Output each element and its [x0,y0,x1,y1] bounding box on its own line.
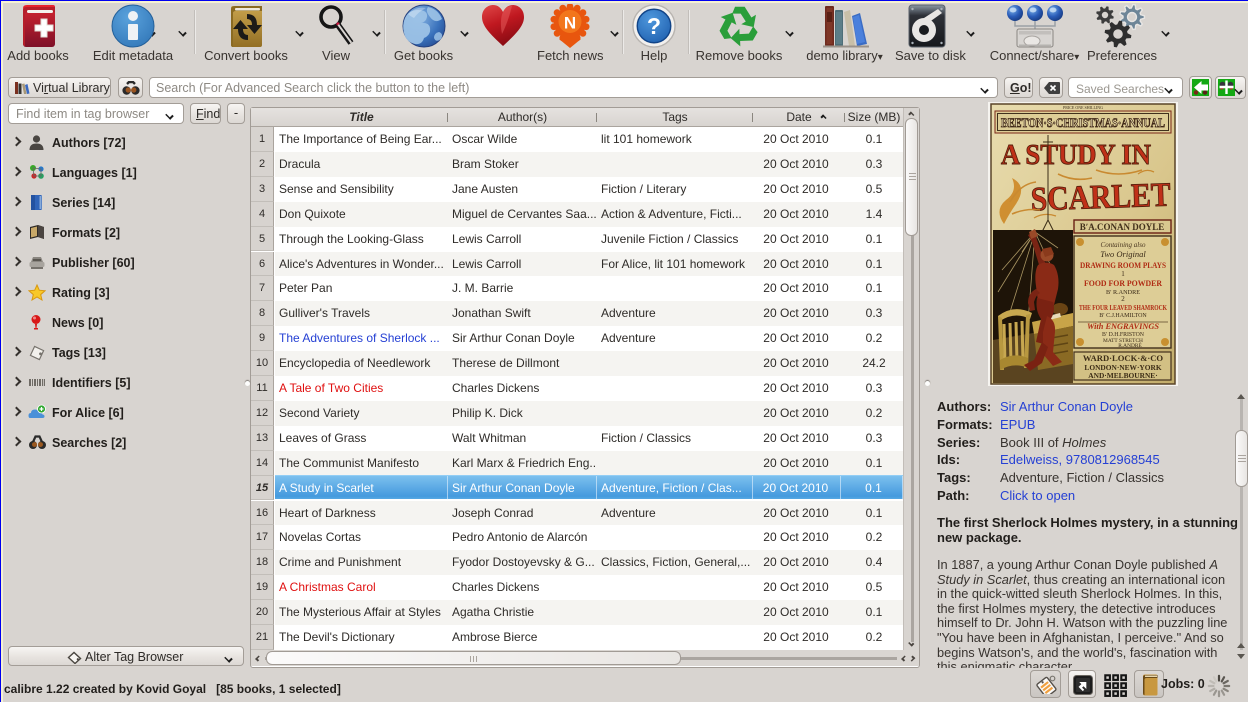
svg-text:A STUDY IN: A STUDY IN [1001,139,1151,171]
svg-text:With ENGRAVINGS: With ENGRAVINGS [1087,322,1160,331]
svg-text:Containing also: Containing also [1101,241,1146,249]
svg-text:SCARLET: SCARLET [1030,177,1171,219]
svg-text:1: 1 [1121,270,1125,278]
svg-text:R.ANDRÉ: R.ANDRÉ [1118,341,1142,349]
svg-text:BʹA.CONAN DOYLE: BʹA.CONAN DOYLE [1080,222,1165,232]
svg-text:?: ? [647,13,661,39]
svg-text:AND·MELBOURNE·: AND·MELBOURNE· [1088,371,1157,380]
svg-text:Two Original: Two Original [1100,249,1146,259]
svg-text:DRAWING ROOM PLAYS: DRAWING ROOM PLAYS [1080,260,1166,270]
svg-text:PRICE ONE SHILLING: PRICE ONE SHILLING [1063,105,1103,110]
svg-text:Bʹ C.J.HAMILTON: Bʹ C.J.HAMILTON [1099,312,1147,319]
svg-text:Bʹ D.H.FRISTON: Bʹ D.H.FRISTON [1102,331,1145,338]
svg-text:THE FOUR LEAVED SHAMROCK: THE FOUR LEAVED SHAMROCK [1079,305,1168,312]
svg-text:FOOD FOR POWDER: FOOD FOR POWDER [1084,278,1163,288]
svg-text:WARD·LOCK·&·CO: WARD·LOCK·&·CO [1083,353,1164,363]
svg-text:2: 2 [1121,295,1125,303]
svg-text:N: N [564,14,576,33]
svg-text:BEETON·S·CHRISTMAS·ANNUAL: BEETON·S·CHRISTMAS·ANNUAL [1001,116,1165,130]
